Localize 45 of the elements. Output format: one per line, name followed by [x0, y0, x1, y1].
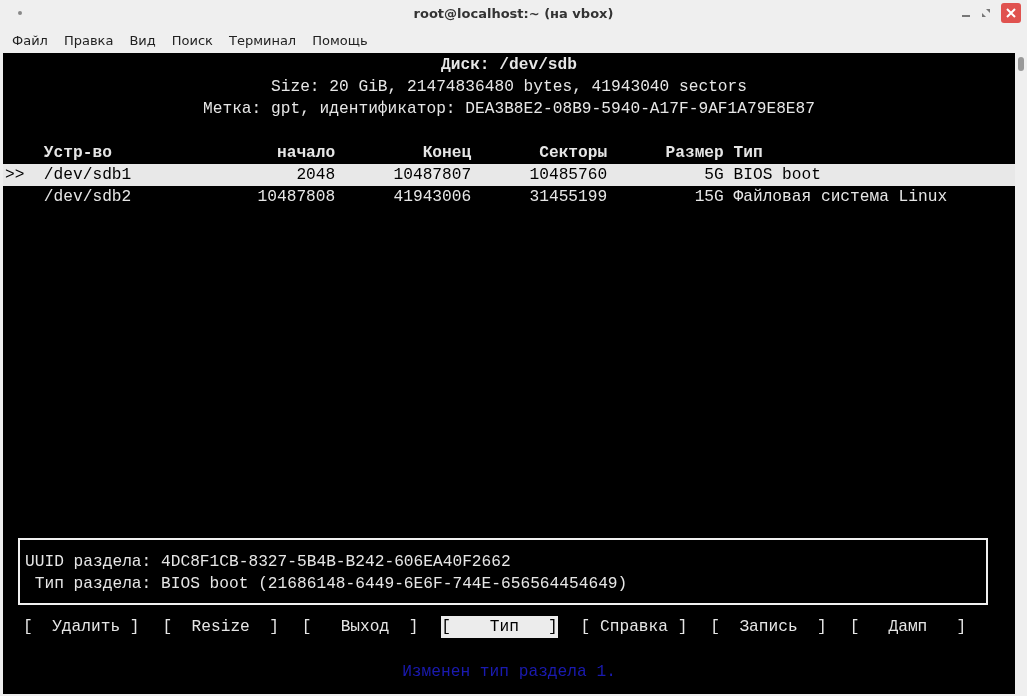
maximize-icon[interactable]	[981, 8, 991, 18]
column-header: Конец	[421, 143, 472, 164]
table-cell-text: 10487807	[392, 165, 472, 186]
info-line: Тип раздела: BIOS boot (21686148-6449-6E6F-744E-656564454649)	[33, 574, 629, 595]
table-cell-text: 2048	[295, 165, 336, 186]
action-button[interactable]: [ Resize ]	[162, 616, 279, 638]
table-cell-text: 10487808	[256, 187, 336, 208]
row-marker: >>	[5, 165, 26, 186]
disk-title: Диск: /dev/sdb	[440, 55, 578, 76]
disk-size: Size: 20 GiB, 21474836480 bytes, 41943040 sectors	[270, 77, 748, 98]
close-icon[interactable]	[1001, 3, 1021, 23]
partition-row[interactable]: /dev/sdb2 10487808 41943006 31455199 15G Файловая система Linux	[3, 186, 1015, 208]
action-button[interactable]: [ Выход ]	[301, 616, 419, 638]
menu-item[interactable]: Поиск	[163, 32, 221, 48]
column-header: Размер	[664, 143, 724, 164]
menu-item[interactable]: Правка	[55, 32, 122, 48]
status-message: Изменен тип раздела 1.	[401, 662, 617, 683]
partition-row[interactable]: >> /dev/sdb1 2048 10487807 10485760 5G BIOS boot	[3, 164, 1015, 186]
table-cell-text: Файловая система Linux	[733, 187, 949, 208]
menu-item[interactable]: Помощь	[304, 32, 376, 48]
table-cell-text: 10485760	[528, 165, 608, 186]
info-line: UUID раздела: 4DC8F1CB-8327-5B4B-B242-606EA40F2662	[25, 552, 512, 573]
window-menu-icon[interactable]	[18, 11, 22, 15]
action-button[interactable]: [ Запись ]	[710, 616, 827, 638]
action-button[interactable]: [ Справка ]	[580, 616, 688, 638]
column-header: начало	[275, 143, 336, 164]
column-header: Секторы	[538, 143, 608, 164]
action-button[interactable]: [ Удалить ]	[23, 616, 140, 638]
table-cell-text: /dev/sdb2	[43, 187, 133, 208]
table-cell-text: /dev/sdb1	[43, 165, 133, 186]
window-title: root@localhost:~ (на vbox)	[413, 6, 614, 21]
table-cell-text: 15G	[693, 187, 724, 208]
menu-item[interactable]: Вид	[121, 32, 164, 48]
disk-label: Метка: gpt, идентификатор: DEA3B8E2-08B9-5940-A17F-9AF1A79E8E87	[202, 99, 816, 120]
menu-item[interactable]: Терминал	[220, 32, 305, 48]
column-header: Устр-во	[43, 143, 113, 164]
table-cell-text: 41943006	[392, 187, 472, 208]
table-cell-text: 5G	[703, 165, 724, 186]
table-cell-text: 31455199	[528, 187, 608, 208]
scrollbar-thumb-icon[interactable]	[1018, 57, 1024, 71]
table-cell-text: BIOS boot	[733, 165, 822, 186]
column-header: Тип	[733, 143, 764, 164]
action-button[interactable]: [ Тип ]	[441, 616, 558, 638]
menu-item[interactable]: Файл	[4, 32, 56, 48]
action-button[interactable]: [ Дамп ]	[849, 616, 967, 638]
